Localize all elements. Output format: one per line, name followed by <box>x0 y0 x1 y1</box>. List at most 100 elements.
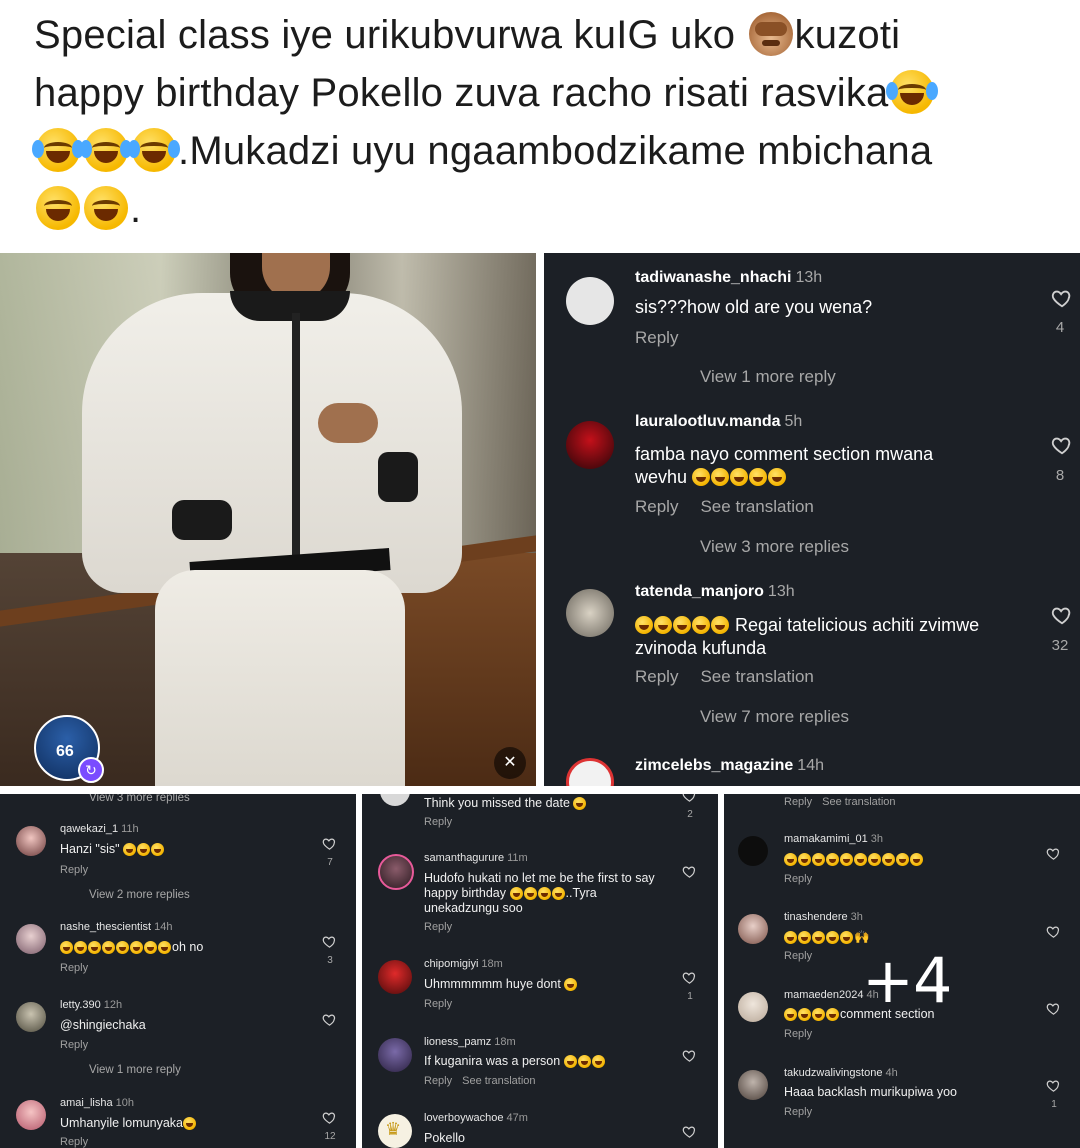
reply-button[interactable]: Reply <box>784 873 812 885</box>
heart-icon[interactable] <box>682 864 697 879</box>
heart-icon[interactable] <box>1046 846 1061 861</box>
reply-button[interactable]: Reply <box>784 1106 812 1118</box>
avatar[interactable] <box>16 1100 46 1130</box>
reply-button[interactable]: Reply <box>635 497 678 516</box>
heart-icon[interactable] <box>322 1110 337 1125</box>
comment-text: Umhanyile lomunyaka <box>60 1116 197 1131</box>
like-count: 8 <box>1055 467 1065 484</box>
avatar[interactable]: ♛ <box>378 1114 412 1148</box>
comment-text: Uhmmmmmm huye dont <box>424 977 578 992</box>
comment-username[interactable]: tinashendere 3h <box>784 911 863 923</box>
reply-button[interactable]: Reply <box>635 328 678 347</box>
view-replies-link[interactable]: View 2 more replies <box>89 889 190 901</box>
heart-icon[interactable] <box>682 1124 697 1139</box>
comment-actions: Reply See translation <box>635 667 836 687</box>
comment-text: Pokello <box>424 1131 465 1145</box>
comment-username[interactable]: mamakamimi_01 3h <box>784 833 883 845</box>
comment-username[interactable]: zimcelebs_magazine 14h <box>635 757 824 775</box>
comment-username[interactable]: lauralootluv.manda 5h <box>635 413 802 431</box>
reply-button[interactable]: Reply <box>60 864 88 876</box>
see-translation-button[interactable]: See translation <box>700 667 813 686</box>
see-translation-button[interactable]: See translation <box>822 796 895 808</box>
post-photo[interactable]: 66 ↻ ✕ <box>0 253 536 786</box>
heart-icon[interactable] <box>1051 287 1073 309</box>
heart-icon[interactable] <box>682 970 697 985</box>
heart-icon[interactable] <box>1046 924 1061 939</box>
comment-username[interactable]: tadiwanashe_nhachi 13h <box>635 269 822 287</box>
avatar[interactable] <box>738 992 768 1022</box>
avatar[interactable] <box>738 914 768 944</box>
reply-button[interactable]: Reply <box>784 950 812 962</box>
like-count: 4 <box>1055 319 1065 336</box>
comment-username[interactable]: lioness_pamz 18m <box>424 1036 516 1048</box>
reply-button[interactable]: Reply <box>424 816 452 828</box>
avatar[interactable] <box>566 421 614 469</box>
comment-username[interactable]: letty.390 12h <box>60 999 122 1011</box>
heart-icon[interactable] <box>322 934 337 949</box>
avatar[interactable] <box>738 836 768 866</box>
caption-text-4: .Mukadzi uyu ngaambodzikame mbichana <box>178 129 933 173</box>
comment-username[interactable]: takudzwalivingstone 4h <box>784 1067 898 1079</box>
comment-username[interactable]: chipomigiyi 18m <box>424 958 503 970</box>
comment-username[interactable]: samanthagurure 11m <box>424 852 528 864</box>
view-replies-link[interactable]: View 3 more replies <box>89 794 190 804</box>
comment-username[interactable]: tatenda_manjoro 13h <box>635 583 795 601</box>
avatar[interactable] <box>566 758 614 786</box>
reply-button[interactable]: Reply <box>60 1039 88 1051</box>
avatar[interactable] <box>566 277 614 325</box>
caption-text-1: Special class iye urikubvurwa kuIG uko <box>34 13 747 57</box>
heart-icon[interactable] <box>682 794 697 803</box>
photo-cuff <box>172 500 232 540</box>
avatar[interactable] <box>16 924 46 954</box>
avatar[interactable] <box>738 1070 768 1100</box>
caption-text-3: happy birthday Pokello zuva racho risati… <box>34 71 889 115</box>
heart-icon[interactable] <box>1051 604 1073 626</box>
comments-panel-1[interactable]: View 3 more replies qawekazi_1 11h Hanzi … <box>0 794 356 1148</box>
reel-icon: ↻ <box>78 757 104 783</box>
comments-panel-2[interactable]: Think you missed the date Reply 2 samant… <box>362 794 718 1148</box>
avatar[interactable] <box>378 854 414 890</box>
mention-link[interactable]: @shingiechaka <box>60 1018 146 1033</box>
reply-button[interactable]: Reply <box>424 921 452 933</box>
laughing-emoji-icon <box>730 468 749 486</box>
jersey-number: 66 <box>56 743 74 760</box>
avatar[interactable] <box>378 1038 412 1072</box>
comments-panel-main[interactable]: tadiwanashe_nhachi 13h sis???how old are … <box>544 253 1080 786</box>
tears-of-joy-icon <box>32 128 84 172</box>
reply-button[interactable]: Reply <box>784 796 812 808</box>
photo-pants <box>155 570 405 786</box>
view-replies-link[interactable]: View 1 more reply <box>700 367 836 387</box>
see-translation-button[interactable]: See translation <box>462 1075 535 1087</box>
avatar[interactable] <box>378 960 412 994</box>
reply-button[interactable]: Reply <box>424 998 452 1010</box>
avatar[interactable] <box>16 1002 46 1032</box>
comment-username[interactable]: loverboywachoe 47m <box>424 1112 528 1124</box>
comment-username[interactable]: nashe_thescientist 14h <box>60 921 172 933</box>
heart-icon[interactable] <box>1046 1001 1061 1016</box>
comment-username[interactable]: qawekazi_1 11h <box>60 823 139 835</box>
comment-item: tadiwanashe_nhachi 13h sis???how old are … <box>566 269 1071 389</box>
like-count: 12 <box>324 1131 336 1142</box>
reply-button[interactable]: Reply <box>60 1136 88 1148</box>
heart-icon[interactable] <box>682 1048 697 1063</box>
heart-icon[interactable] <box>1046 1078 1061 1093</box>
mute-icon[interactable]: ✕ <box>494 747 526 779</box>
view-replies-link[interactable]: View 1 more reply <box>89 1064 181 1076</box>
comment-username[interactable]: amai_lisha 10h <box>60 1097 134 1109</box>
laughing-emoji-icon <box>768 468 787 486</box>
avatar[interactable] <box>16 826 46 856</box>
heart-icon[interactable] <box>1051 434 1073 456</box>
heart-icon[interactable] <box>322 1012 337 1027</box>
reply-button[interactable]: Reply <box>784 1028 812 1040</box>
reply-button[interactable]: Reply <box>60 962 88 974</box>
reply-button[interactable]: Reply <box>424 1075 452 1087</box>
see-translation-button[interactable]: See translation <box>700 497 813 516</box>
more-images-overlay[interactable]: +4 <box>862 944 952 1017</box>
view-replies-link[interactable]: View 7 more replies <box>700 707 849 727</box>
comment-text <box>784 852 924 867</box>
avatar[interactable] <box>380 794 410 806</box>
view-replies-link[interactable]: View 3 more replies <box>700 537 849 557</box>
reply-button[interactable]: Reply <box>635 667 678 686</box>
avatar[interactable] <box>566 589 614 637</box>
heart-icon[interactable] <box>322 836 337 851</box>
